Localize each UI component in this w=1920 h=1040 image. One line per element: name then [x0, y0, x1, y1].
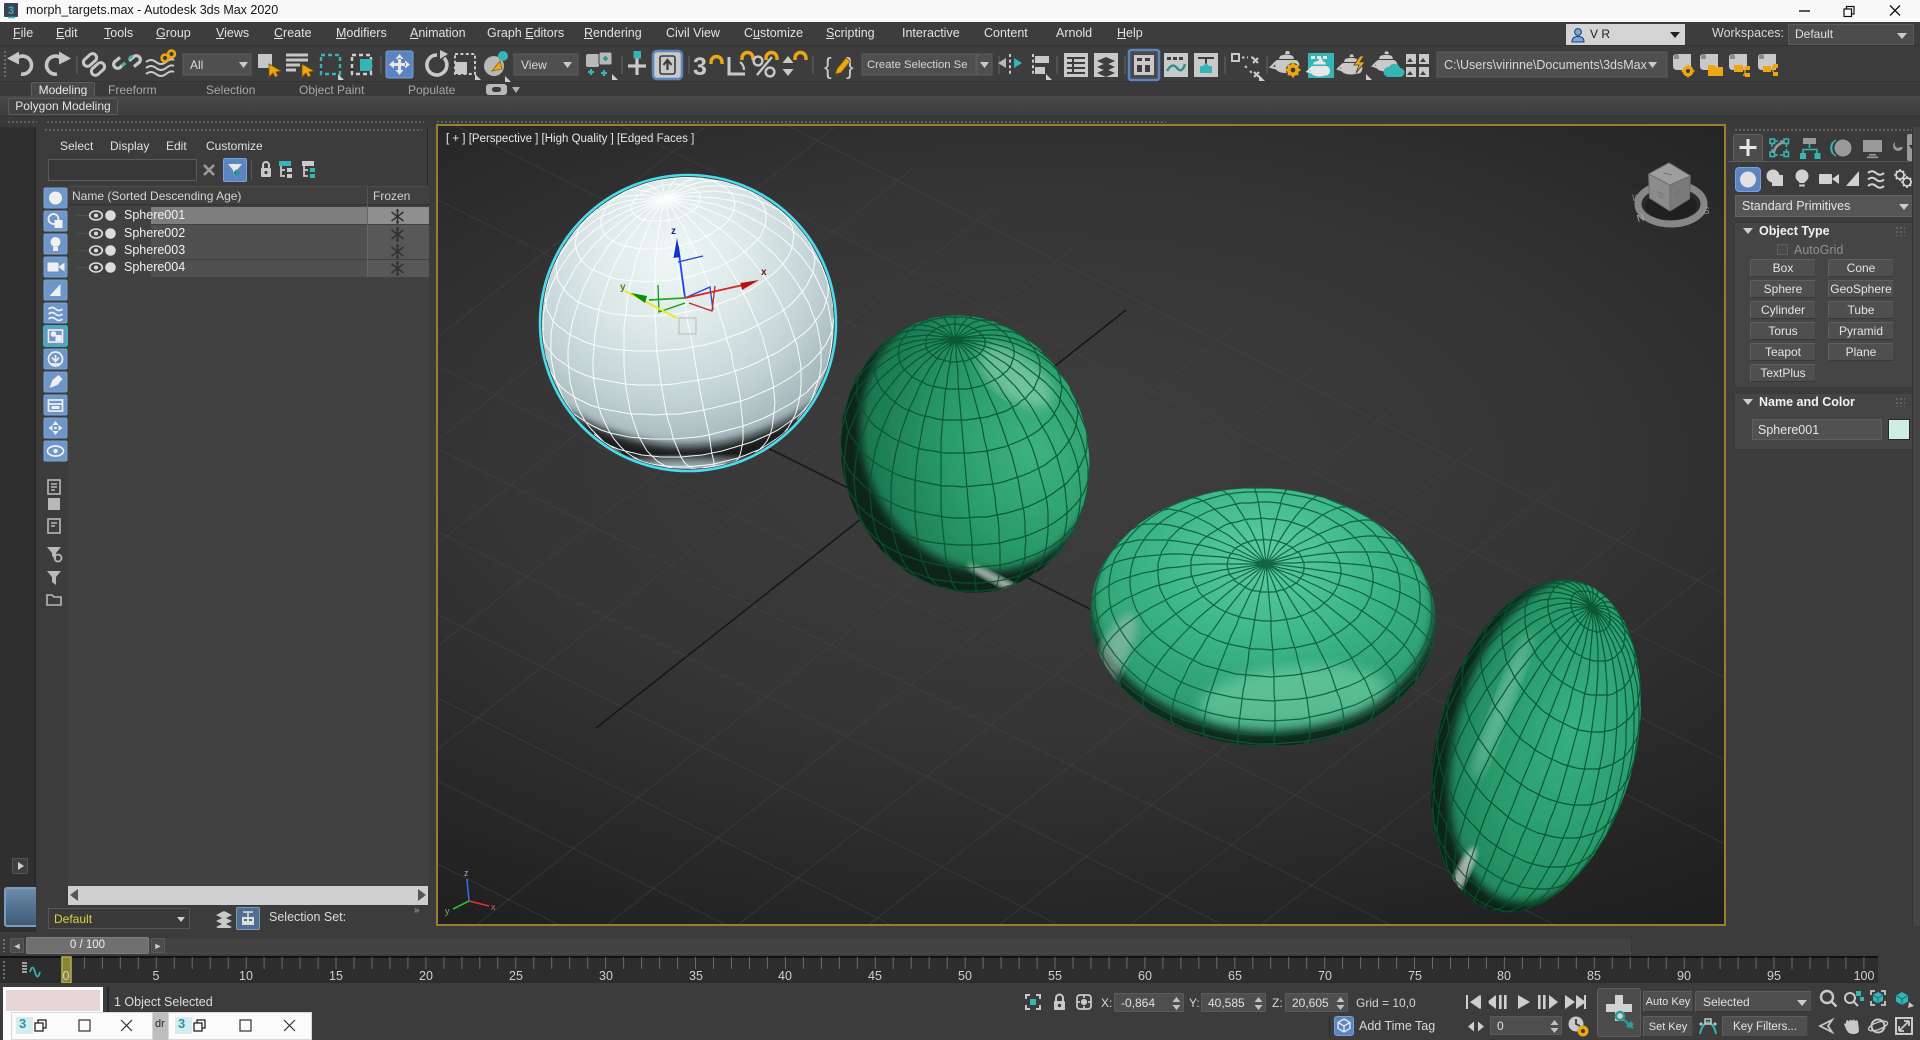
svg-text:{: { [824, 53, 832, 79]
svg-text:All: All [190, 58, 203, 72]
svg-text:45: 45 [868, 969, 882, 983]
svg-text:70: 70 [1318, 969, 1332, 983]
svg-text:x: x [761, 267, 767, 278]
svg-text:85: 85 [1587, 969, 1601, 983]
svg-text:100: 100 [1854, 969, 1875, 983]
svg-text:y: y [620, 282, 626, 293]
svg-text:C:\Users\virinne\Documents\3ds: C:\Users\virinne\Documents\3dsMax [1444, 58, 1648, 72]
svg-text:60: 60 [1138, 969, 1152, 983]
svg-text:55: 55 [1048, 969, 1062, 983]
svg-text:0: 0 [63, 969, 70, 983]
svg-text:80: 80 [1497, 969, 1511, 983]
svg-text:View: View [521, 58, 547, 72]
svg-text:x: x [491, 902, 496, 912]
svg-text:S: S [1703, 206, 1710, 217]
svg-text:y: y [445, 906, 450, 916]
svg-text:15: 15 [329, 969, 343, 983]
svg-text:5: 5 [153, 969, 160, 983]
svg-text:z: z [671, 226, 676, 237]
svg-text:25: 25 [509, 969, 523, 983]
svg-text:30: 30 [599, 969, 613, 983]
svg-text:90: 90 [1677, 969, 1691, 983]
svg-text:W: W [1632, 193, 1641, 203]
svg-text:20: 20 [419, 969, 433, 983]
svg-text:}: } [846, 53, 854, 79]
svg-text:z: z [464, 868, 469, 878]
svg-text:65: 65 [1228, 969, 1242, 983]
svg-text:75: 75 [1408, 969, 1422, 983]
svg-text:3: 3 [693, 53, 707, 81]
svg-text:35: 35 [689, 969, 703, 983]
svg-text:40: 40 [778, 969, 792, 983]
svg-text:Create Selection Se: Create Selection Se [867, 59, 967, 71]
svg-text:10: 10 [239, 969, 253, 983]
svg-text:95: 95 [1767, 969, 1781, 983]
svg-text:3: 3 [8, 5, 14, 17]
svg-text:50: 50 [958, 969, 972, 983]
